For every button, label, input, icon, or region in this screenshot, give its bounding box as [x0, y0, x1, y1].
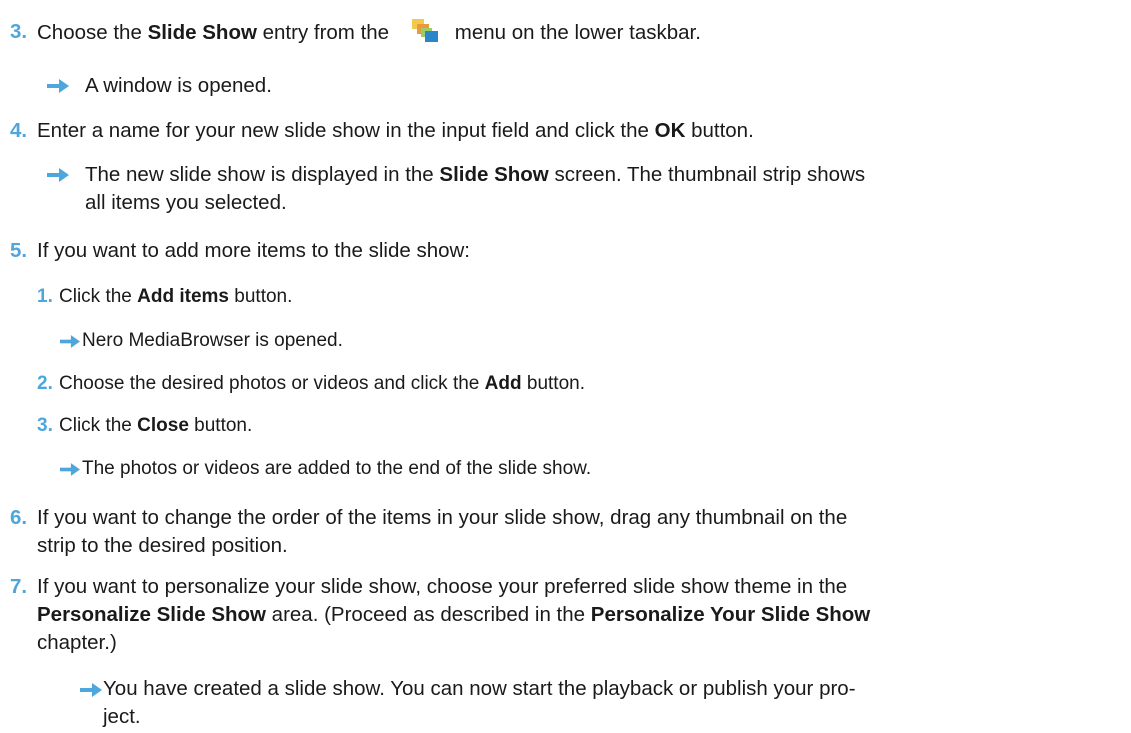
step-number: 6. — [10, 506, 28, 529]
result-text-line2: ject. — [103, 705, 141, 728]
text-part: Enter a name for your new slide show in … — [37, 119, 655, 142]
bold-term: Slide Show — [439, 163, 549, 186]
text-part: button. — [229, 286, 293, 307]
step-number: 7. — [10, 575, 28, 598]
text-part: screen. The thumbnail strip shows — [548, 163, 866, 186]
step-number: 4. — [10, 119, 28, 142]
bold-term: Slide Show — [147, 21, 257, 44]
text-part: Click the — [59, 415, 138, 436]
step-text-line2: Personalize Slide Show area. (Proceed as… — [37, 601, 870, 629]
result-text-line2: all items you selected. — [85, 191, 287, 214]
substep-number: 1. — [37, 286, 53, 307]
text-part: button. — [521, 373, 585, 394]
substep-text: Click the Add items button. — [59, 283, 292, 311]
slideshow-menu-icon — [411, 18, 441, 44]
text-part: button. — [685, 119, 754, 142]
bold-term: OK — [654, 119, 686, 142]
step-text-line1: If you want to change the order of the i… — [37, 506, 848, 529]
text-part: area. (Proceed as described in the — [265, 603, 591, 626]
result-text-line1: You have created a slide show. You can n… — [103, 677, 856, 700]
bold-term: Close — [137, 415, 189, 436]
step-number: 3. — [10, 20, 28, 43]
result-text: Nero MediaBrowser is opened. — [82, 330, 343, 351]
text-part: Choose the desired photos or videos and … — [59, 373, 485, 394]
substep-text: Choose the desired photos or videos and … — [59, 370, 585, 398]
text-part: entry from the — [256, 21, 395, 44]
step-text: Choose the Slide Show entry from the men… — [37, 18, 701, 47]
text-part: The new slide show is displayed in the — [85, 163, 440, 186]
result-text: The new slide show is displayed in the S… — [85, 161, 865, 189]
substep-number: 3. — [37, 415, 53, 436]
text-part: Click the — [59, 286, 138, 307]
bold-term: Personalize Slide Show — [37, 603, 266, 626]
arrow-right-icon — [60, 335, 82, 349]
arrow-right-icon — [60, 463, 82, 477]
text-part: menu on the lower taskbar. — [454, 21, 701, 44]
substep-number: 2. — [37, 373, 53, 394]
arrow-right-icon — [47, 168, 69, 182]
step-text: If you want to add more items to the sli… — [37, 239, 470, 262]
bold-term: Add items — [137, 286, 229, 307]
step-text: Enter a name for your new slide show in … — [37, 117, 754, 145]
arrow-right-icon — [47, 79, 69, 93]
result-text: A window is opened. — [85, 74, 272, 97]
step-text-line3: chapter.) — [37, 631, 117, 654]
step-text-line2: strip to the desired position. — [37, 534, 288, 557]
text-part: Choose the — [37, 21, 148, 44]
result-text: The photos or videos are added to the en… — [82, 458, 592, 479]
text-part: button. — [188, 415, 253, 436]
bold-term: Personalize Your Slide Show — [590, 603, 871, 626]
step-text-line1: If you want to personalize your slide sh… — [37, 575, 848, 598]
arrow-right-icon — [80, 683, 102, 697]
step-number: 5. — [10, 239, 28, 262]
bold-term: Add — [484, 373, 522, 394]
substep-text: Click the Close button. — [59, 412, 252, 440]
